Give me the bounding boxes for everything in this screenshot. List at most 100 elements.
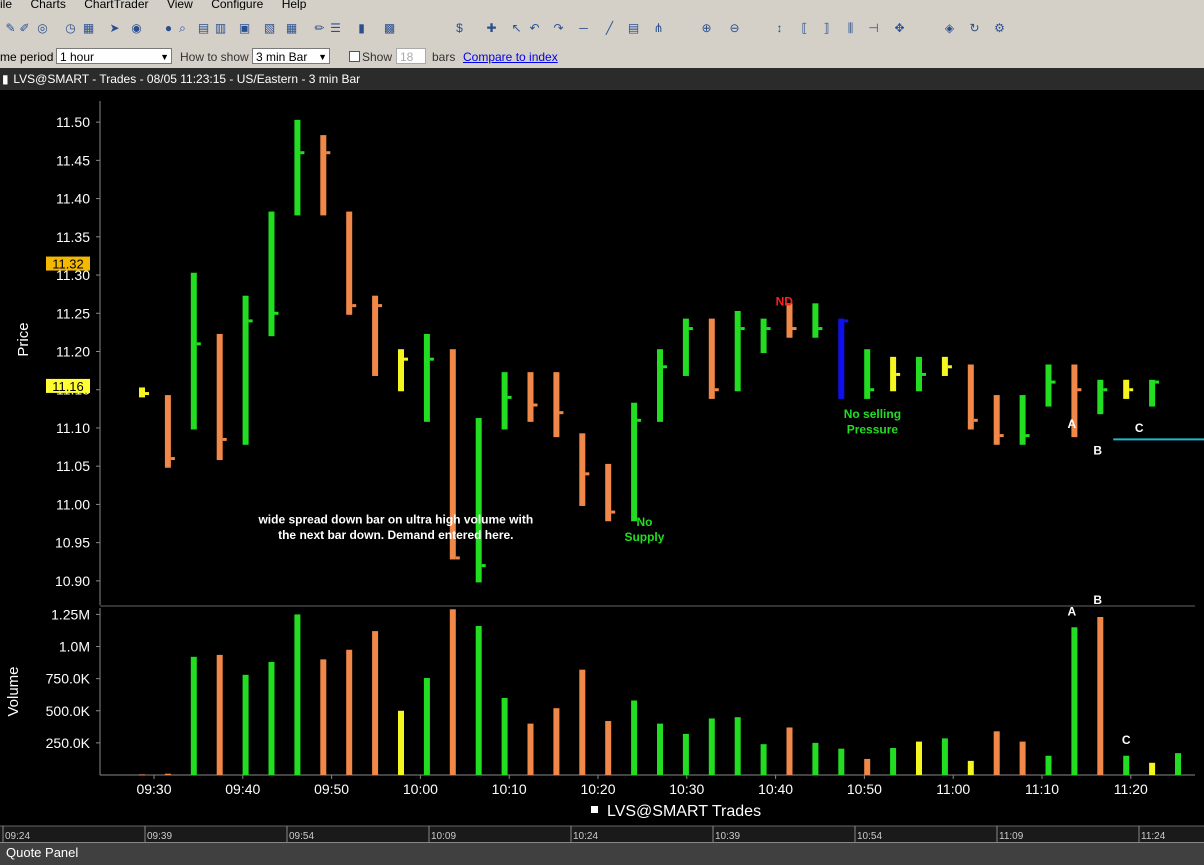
- menu-help[interactable]: Help: [282, 0, 307, 10]
- chart-icon[interactable]: ▤: [197, 22, 210, 35]
- refresh-icon[interactable]: ↻: [968, 22, 981, 35]
- how-to-show-select[interactable]: 3 min Bar ▼: [252, 48, 330, 64]
- settings-icon[interactable]: ⚙: [993, 22, 1006, 35]
- menu-file[interactable]: ile: [0, 0, 12, 10]
- channel-icon[interactable]: ⫼: [844, 22, 857, 35]
- volume-bar[interactable]: [501, 697, 508, 775]
- price-bar[interactable]: [216, 333, 223, 461]
- sphere-icon[interactable]: ●: [162, 22, 175, 35]
- price-bar[interactable]: [890, 356, 897, 392]
- compare-to-index-link[interactable]: Compare to index: [463, 50, 558, 64]
- price-bar[interactable]: [423, 333, 430, 422]
- price-bar[interactable]: [320, 135, 327, 216]
- price-bar[interactable]: [1019, 395, 1026, 445]
- price-bar[interactable]: [190, 272, 197, 430]
- price-bar[interactable]: [734, 310, 741, 392]
- volume-bar[interactable]: [1071, 627, 1078, 775]
- price-bar[interactable]: [268, 211, 275, 337]
- volume-bar[interactable]: [838, 748, 845, 775]
- volume-bar[interactable]: [864, 758, 871, 775]
- volume-bar[interactable]: [1097, 616, 1104, 775]
- volume-bar[interactable]: [967, 760, 974, 775]
- volume-bar[interactable]: [760, 744, 767, 775]
- price-bar[interactable]: [242, 295, 249, 445]
- price-bar[interactable]: [475, 418, 482, 583]
- price-bar[interactable]: [812, 303, 819, 338]
- price-bar[interactable]: [993, 395, 1000, 445]
- volume-bar[interactable]: [916, 741, 922, 775]
- color-icon[interactable]: ◈: [943, 22, 956, 35]
- volume-bar[interactable]: [553, 708, 560, 775]
- volume-bar[interactable]: [190, 656, 197, 775]
- volume-bar[interactable]: [579, 669, 586, 775]
- volume-bar[interactable]: [1123, 755, 1130, 775]
- price-bar[interactable]: [682, 318, 689, 376]
- price-bar[interactable]: [631, 402, 638, 522]
- volume-bar[interactable]: [786, 727, 793, 775]
- magnify-icon[interactable]: ⌕: [176, 22, 189, 35]
- volume-bar[interactable]: [708, 718, 715, 775]
- new-icon[interactable]: ✎: [4, 22, 17, 35]
- fib-icon[interactable]: ▤: [627, 22, 640, 35]
- volume-bar[interactable]: [320, 659, 327, 775]
- price-bar[interactable]: [346, 211, 353, 315]
- volume-bar[interactable]: [657, 723, 663, 775]
- vert-icon[interactable]: ↕: [773, 22, 786, 35]
- price-bar[interactable]: [372, 295, 379, 376]
- clock-icon[interactable]: ◷: [64, 22, 77, 35]
- menu-charttrader[interactable]: ChartTrader: [84, 0, 148, 10]
- volume-bar[interactable]: [449, 609, 456, 775]
- price-bar[interactable]: [398, 349, 404, 392]
- volume-bar[interactable]: [242, 674, 249, 775]
- price-bar[interactable]: [916, 356, 922, 392]
- dollar-icon[interactable]: $: [453, 22, 466, 35]
- price-bar[interactable]: [553, 372, 560, 438]
- volume-bar[interactable]: [527, 723, 534, 775]
- crosshair-icon[interactable]: ✚: [485, 22, 498, 35]
- draw-icon[interactable]: ✏: [313, 22, 326, 35]
- price-bar[interactable]: [501, 372, 508, 430]
- redo-icon[interactable]: ↷: [552, 22, 565, 35]
- show-bars-input[interactable]: 18: [396, 48, 426, 64]
- menu-charts[interactable]: Charts: [30, 0, 65, 10]
- split-icon[interactable]: ⊣: [867, 22, 880, 35]
- price-bar[interactable]: [967, 364, 974, 430]
- volume-bar[interactable]: [268, 661, 275, 775]
- layout-icon[interactable]: ▩: [383, 22, 396, 35]
- menu-configure[interactable]: Configure: [211, 0, 263, 10]
- zoom-in-icon[interactable]: ⊕: [700, 22, 713, 35]
- volume-bar[interactable]: [216, 654, 223, 775]
- grid-icon[interactable]: ▦: [82, 22, 95, 35]
- price-bar[interactable]: [838, 318, 845, 399]
- zoom-icon[interactable]: ◎: [36, 22, 49, 35]
- price-bar[interactable]: [164, 395, 171, 468]
- image-icon[interactable]: ▣: [238, 22, 251, 35]
- volume-bar[interactable]: [1175, 753, 1181, 775]
- price-bar[interactable]: [1123, 379, 1130, 399]
- price-bar[interactable]: [294, 119, 301, 216]
- zoom-out-icon[interactable]: ⊖: [728, 22, 741, 35]
- volume-bar[interactable]: [164, 773, 171, 775]
- volume-bar[interactable]: [890, 748, 897, 775]
- price-bar[interactable]: [579, 433, 586, 506]
- bracket2-icon[interactable]: ⟧: [820, 22, 833, 35]
- pattern-icon[interactable]: ▧: [263, 22, 276, 35]
- price-bar[interactable]: [605, 463, 612, 522]
- bracket-icon[interactable]: ⟦: [798, 22, 811, 35]
- bars-icon[interactable]: ☰: [329, 22, 342, 35]
- price-bar[interactable]: [1149, 379, 1156, 407]
- price-bar[interactable]: [1045, 364, 1052, 407]
- undo-icon[interactable]: ↶: [528, 22, 541, 35]
- volume-bar[interactable]: [1045, 755, 1052, 775]
- chart-area[interactable]: 11.5011.4511.4011.3511.3011.2511.2011.15…: [0, 90, 1204, 842]
- line-icon[interactable]: ─: [577, 22, 590, 35]
- price-bar[interactable]: [708, 318, 715, 399]
- price-bar[interactable]: [527, 372, 534, 422]
- volume-bar[interactable]: [993, 731, 1000, 775]
- price-bar[interactable]: [760, 318, 767, 354]
- volume-bar[interactable]: [941, 738, 948, 775]
- volume-bar[interactable]: [1149, 762, 1156, 775]
- bar-icon[interactable]: ▥: [214, 22, 227, 35]
- show-checkbox[interactable]: [349, 51, 360, 62]
- scroll-icon[interactable]: ✥: [893, 22, 906, 35]
